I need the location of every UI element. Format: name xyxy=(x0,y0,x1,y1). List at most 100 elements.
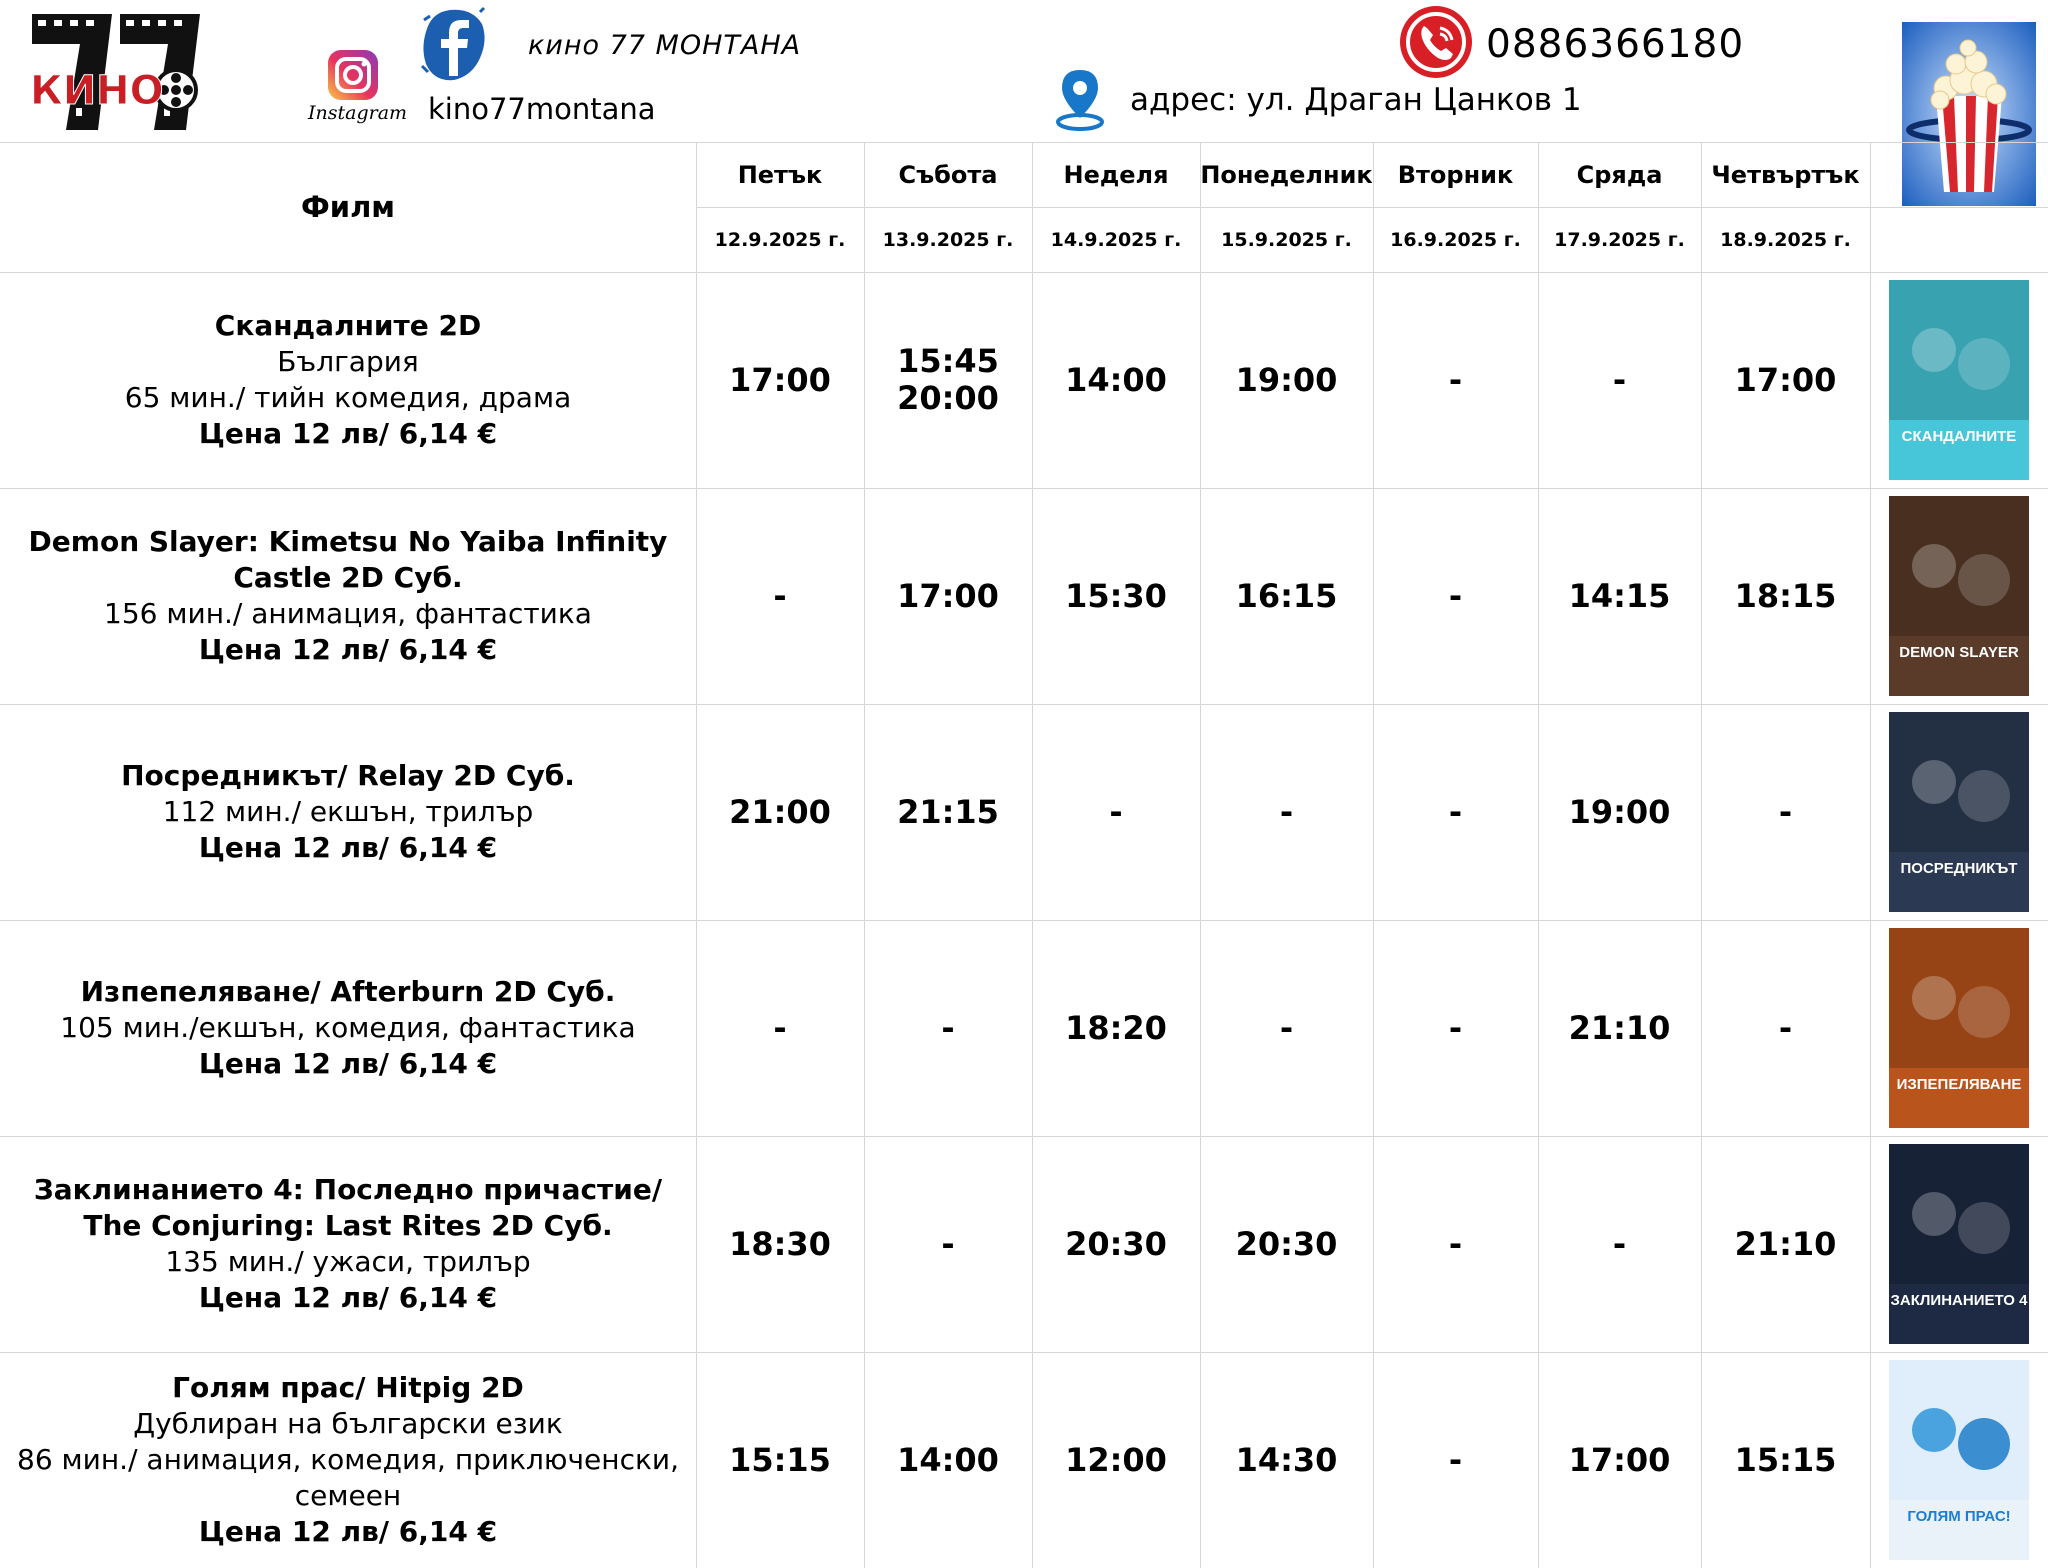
date-header: 14.9.2025 г. xyxy=(1050,228,1182,251)
showtime: 19:00 xyxy=(1235,360,1338,399)
film-details: 65 мин./ тийн комедия, драма xyxy=(124,381,572,414)
poster-title: ПОСРЕДНИКЪТ xyxy=(1900,860,2018,877)
poster-title: СКАНДАЛНИТЕ xyxy=(1901,428,2017,445)
no-showtime: - xyxy=(1109,792,1123,831)
film-title: Изпепеляване/ Afterburn 2D Суб. xyxy=(80,975,616,1008)
facebook-handle[interactable]: kino77montana xyxy=(428,92,656,126)
film-price: Цена 12 лв/ 6,14 € xyxy=(198,1281,498,1314)
no-showtime: - xyxy=(773,576,787,615)
no-showtime: - xyxy=(1448,792,1463,831)
date-header: 18.9.2025 г. xyxy=(1720,228,1851,251)
film-details: 86 мин./ анимация, комедия, приключенски… xyxy=(17,1443,679,1476)
film-price: Цена 12 лв/ 6,14 € xyxy=(198,633,498,666)
day-header: Сряда xyxy=(1576,160,1663,189)
no-showtime: - xyxy=(1612,360,1627,399)
showtime: 21:15 xyxy=(897,792,999,831)
date-header: 12.9.2025 г. xyxy=(714,228,846,251)
showtime-cell: 14:15 xyxy=(1538,488,1701,704)
movie-poster: DEMON SLAYER xyxy=(1889,496,2029,696)
showtime-cell: 20:30 xyxy=(1032,1136,1200,1352)
no-showtime: - xyxy=(1448,1008,1463,1047)
showtime-cell: 15:45 20:00 xyxy=(864,272,1032,488)
film-info: Demon Slayer: Kimetsu No Yaiba Infinity C… xyxy=(0,488,696,704)
kino77-logo: КИНО xyxy=(30,14,200,130)
movie-poster: ЗАКЛИНАНИЕТО 4 xyxy=(1889,1144,2029,1344)
no-showtime: - xyxy=(1448,576,1463,615)
showtime-cell: 14:00 xyxy=(864,1352,1032,1568)
showtime-cell: 12:00 xyxy=(1032,1352,1200,1568)
film-price: Цена 12 лв/ 6,14 € xyxy=(198,1515,498,1548)
no-showtime: - xyxy=(1448,1224,1463,1263)
no-showtime: - xyxy=(1778,1008,1793,1047)
movie-poster: ПОСРЕДНИКЪТ xyxy=(1889,712,2029,912)
film-details: 105 мин./екшън, комедия, фантастика xyxy=(60,1011,636,1044)
film-price: Цена 12 лв/ 6,14 € xyxy=(198,1047,498,1080)
instagram-label: Instagram xyxy=(308,102,408,124)
showtime-cell: 17:00 xyxy=(1538,1352,1701,1568)
showtime-cell: - xyxy=(1373,1136,1538,1352)
no-showtime: - xyxy=(1279,792,1294,831)
showtime-cell: 21:10 xyxy=(1538,920,1701,1136)
showtime: 21:10 xyxy=(1568,1008,1671,1047)
showtime-cell: - xyxy=(1701,704,1870,920)
showtime-cell: - xyxy=(696,488,864,704)
showtime: 15:30 xyxy=(1065,576,1167,615)
logo-text: КИНО xyxy=(30,68,164,114)
day-header: Петък xyxy=(737,160,823,189)
film-title: Заклинанието 4: Последно причастие/ xyxy=(33,1173,663,1206)
showtime-cell: 21:00 xyxy=(696,704,864,920)
showtime-cell: - xyxy=(1032,704,1200,920)
day-header: Понеделник xyxy=(1200,160,1373,189)
showtime: 16:15 xyxy=(1235,576,1338,615)
poster-title: ЗАКЛИНАНИЕТО 4 xyxy=(1890,1292,2028,1309)
showtime: 20:00 xyxy=(897,379,999,417)
movie-poster: СКАНДАЛНИТЕ xyxy=(1889,280,2029,480)
film-title: Посредникът/ Relay 2D Суб. xyxy=(121,759,575,792)
phone-number[interactable]: 0886366180 xyxy=(1486,22,1744,67)
no-showtime: - xyxy=(1279,1008,1294,1047)
no-showtime: - xyxy=(773,1008,787,1047)
showtime-cell: 15:30 xyxy=(1032,488,1200,704)
showtime: 18:20 xyxy=(1065,1008,1167,1047)
showtime-cell: - xyxy=(1373,704,1538,920)
showtime: 18:30 xyxy=(729,1224,831,1263)
showtime-cell: 15:15 xyxy=(1701,1352,1870,1568)
phone-icon xyxy=(1400,6,1472,78)
showtime: 12:00 xyxy=(1065,1440,1167,1479)
facebook-icon[interactable] xyxy=(420,6,488,86)
page-header: КИНО Instagram кино 77 МОНТАНА kino77mon… xyxy=(0,0,2048,206)
showtime: 20:30 xyxy=(1065,1224,1167,1263)
film-details: 135 мин./ ужаси, трилър xyxy=(165,1245,531,1278)
poster-title: ГОЛЯМ ПРАС! xyxy=(1907,1508,2011,1525)
showtime: 17:00 xyxy=(1734,360,1837,399)
no-showtime: - xyxy=(1778,792,1793,831)
showtime: 21:10 xyxy=(1734,1224,1837,1263)
film-title: Demon Slayer: Kimetsu No Yaiba Infinity xyxy=(28,525,668,558)
showtime-cell: 18:20 xyxy=(1032,920,1200,1136)
showtime-cell: - xyxy=(1373,272,1538,488)
showtime-cell: 18:30 xyxy=(696,1136,864,1352)
showtime: 17:00 xyxy=(897,576,999,615)
film-title: Голям прас/ Hitpig 2D xyxy=(172,1371,524,1404)
showtime-cell: - xyxy=(864,1136,1032,1352)
poster-title: DEMON SLAYER xyxy=(1899,644,2019,661)
showtime-cell: - xyxy=(1200,920,1373,1136)
film-details: България xyxy=(277,345,419,378)
no-showtime: - xyxy=(941,1008,955,1047)
showtime: 14:15 xyxy=(1568,576,1671,615)
film-details: Дублиран на български език xyxy=(133,1407,563,1440)
showtime: 15:15 xyxy=(729,1440,831,1479)
showtime-cell: - xyxy=(1701,920,1870,1136)
showtime: 14:00 xyxy=(897,1440,999,1479)
film-price: Цена 12 лв/ 6,14 € xyxy=(198,831,498,864)
showtime: 18:15 xyxy=(1734,576,1837,615)
film-info: Голям прас/ Hitpig 2D Дублиран на българс… xyxy=(0,1352,696,1568)
date-header: 15.9.2025 г. xyxy=(1221,228,1352,251)
showtime: 17:00 xyxy=(1568,1440,1671,1479)
film-details: 156 мин./ анимация, фантастика xyxy=(104,597,592,630)
grid-line xyxy=(1870,142,1871,1568)
film-info: Скандалните 2D България 65 мин./ тийн коме… xyxy=(0,272,696,488)
film-column-header: Филм xyxy=(300,190,396,224)
showtime-cell: 20:30 xyxy=(1200,1136,1373,1352)
showtime-cell: 21:10 xyxy=(1701,1136,1870,1352)
